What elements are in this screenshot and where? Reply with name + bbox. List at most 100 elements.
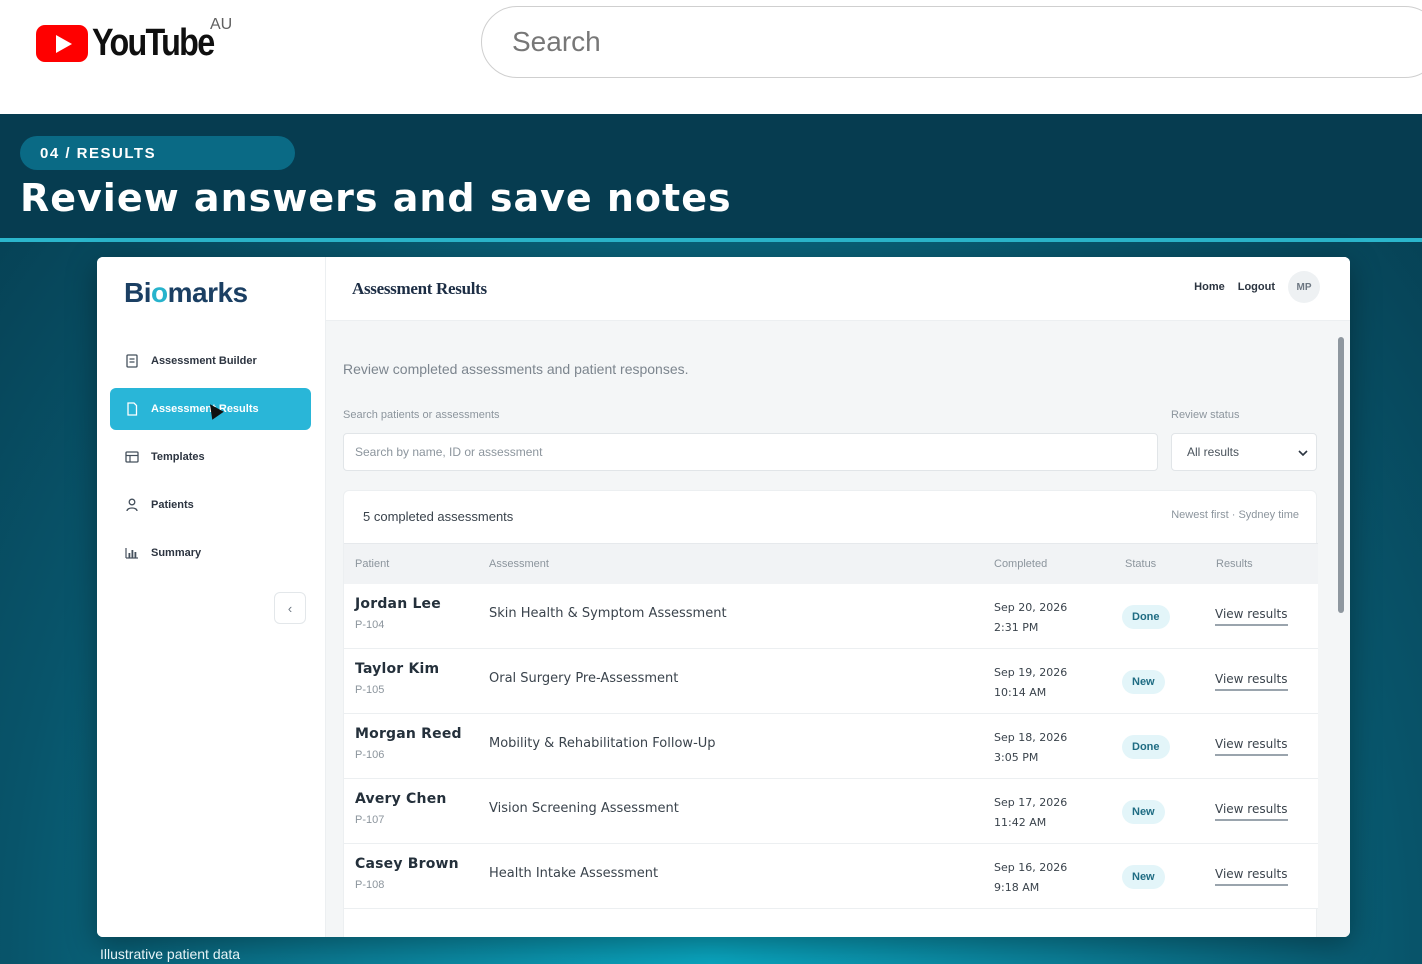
search-label: Search patients or assessments — [343, 409, 500, 421]
sidebar-item-templates[interactable]: Templates — [110, 436, 311, 478]
top-links: Home Logout MP — [1194, 271, 1320, 303]
completed-datetime: Sep 20, 2026 2:31 PM — [994, 598, 1067, 638]
section-chip: 04 / RESULTS — [20, 136, 295, 170]
view-results-link[interactable]: View results — [1215, 607, 1288, 626]
file-icon — [125, 402, 139, 416]
filter-label: Review status — [1171, 409, 1240, 421]
search-input[interactable]: Search by name, ID or assessment — [343, 433, 1158, 471]
patient-name: Taylor Kim — [355, 661, 440, 677]
sidebar-item-label: Patients — [151, 499, 194, 511]
completed-date: Sep 16, 2026 — [994, 861, 1068, 874]
completed-date: Sep 19, 2026 — [994, 666, 1068, 679]
assessment-name: Vision Screening Assessment — [489, 801, 679, 816]
patient-name: Avery Chen — [355, 791, 447, 807]
status-badge: Done — [1122, 605, 1170, 629]
patient-id: P-108 — [355, 879, 385, 891]
sort-info: Newest first · Sydney time — [1171, 509, 1299, 521]
template-icon — [125, 450, 139, 464]
status-badge: Done — [1122, 735, 1170, 759]
document-icon — [125, 354, 139, 368]
assessment-name: Oral Surgery Pre-Assessment — [489, 671, 679, 686]
scrollbar-thumb[interactable] — [1338, 337, 1344, 613]
completed-time: 10:14 AM — [994, 686, 1047, 699]
page-subtitle: Review completed assessments and patient… — [343, 361, 689, 377]
chevron-left-icon: ‹ — [287, 600, 293, 616]
main-content: Assessment Results Home Logout MP Review… — [326, 257, 1350, 937]
slide-caption: Illustrative patient data — [100, 946, 241, 962]
patient-name: Casey Brown — [355, 856, 459, 872]
slide-header: 04 / RESULTS Review answers and save not… — [0, 114, 1422, 242]
slide-title: Review answers and save notes — [20, 176, 732, 220]
patient-id: P-106 — [355, 749, 385, 761]
view-results-link[interactable]: View results — [1215, 672, 1288, 691]
select-value: All results — [1187, 445, 1240, 459]
assessment-name: Skin Health & Symptom Assessment — [489, 606, 727, 621]
patient-name: Jordan Lee — [355, 596, 441, 612]
completed-time: 2:31 PM — [994, 621, 1039, 634]
top-bar: Assessment Results Home Logout MP — [326, 257, 1350, 321]
sidebar-item-label: Summary — [151, 547, 202, 559]
brand-part1: Bi — [124, 277, 152, 308]
brand-logo[interactable]: Biomarks — [124, 277, 248, 309]
status-badge: New — [1122, 670, 1165, 694]
scrollbar[interactable] — [1337, 327, 1345, 927]
sidebar-item-label: Templates — [151, 451, 205, 463]
video-frame[interactable]: 04 / RESULTS Review answers and save not… — [0, 114, 1422, 964]
completed-time: 11:42 AM — [994, 816, 1047, 829]
youtube-header: YouTube AU Search — [0, 0, 1422, 114]
column-header-patient: Patient — [355, 558, 390, 570]
logout-link[interactable]: Logout — [1238, 281, 1275, 293]
sidebar-item-label: Assessment Builder — [151, 355, 257, 367]
assessment-name: Mobility & Rehabilitation Follow-Up — [489, 736, 716, 751]
completed-datetime: Sep 19, 2026 10:14 AM — [994, 663, 1067, 703]
sidebar-item-summary[interactable]: Summary — [110, 532, 311, 574]
chevron-down-icon — [1298, 445, 1308, 459]
patient-id: P-107 — [355, 814, 385, 826]
youtube-logo[interactable]: YouTube — [36, 22, 235, 65]
sidebar-item-patients[interactable]: Patients — [110, 484, 311, 526]
view-results-link[interactable]: View results — [1215, 867, 1288, 886]
collapse-sidebar-button[interactable]: ‹ — [274, 592, 306, 624]
bar-chart-icon — [125, 546, 139, 560]
home-link[interactable]: Home — [1194, 281, 1225, 293]
column-header-completed: Completed — [994, 558, 1048, 570]
results-count: 5 completed assessments — [363, 509, 514, 524]
app-window: Biomarks Assessment Builder Assessment R… — [97, 257, 1350, 937]
patient-name: Morgan Reed — [355, 726, 462, 742]
table-row[interactable]: Morgan Reed P-106 Mobility & Rehabilitat… — [344, 714, 1318, 779]
status-badge: New — [1122, 865, 1165, 889]
youtube-search-input[interactable]: Search — [481, 6, 1422, 78]
table-row[interactable]: Avery Chen P-107 Vision Screening Assess… — [344, 779, 1318, 844]
patient-id: P-105 — [355, 684, 385, 696]
completed-datetime: Sep 16, 2026 9:18 AM — [994, 858, 1067, 898]
view-results-link[interactable]: View results — [1215, 737, 1288, 756]
avatar[interactable]: MP — [1288, 271, 1320, 303]
column-header-status: Status — [1125, 558, 1157, 570]
completed-datetime: Sep 18, 2026 3:05 PM — [994, 728, 1067, 768]
patient-id: P-104 — [355, 619, 385, 631]
youtube-wordmark: YouTube — [92, 22, 215, 64]
completed-date: Sep 17, 2026 — [994, 796, 1068, 809]
column-header-results: Results — [1216, 558, 1253, 570]
table-row[interactable]: Casey Brown P-108 Health Intake Assessme… — [344, 844, 1318, 909]
assessment-name: Health Intake Assessment — [489, 866, 659, 881]
completed-time: 3:05 PM — [994, 751, 1039, 764]
completed-date: Sep 18, 2026 — [994, 731, 1068, 744]
results-table-card: 5 completed assessments Newest first · S… — [343, 490, 1318, 937]
brand-mark-icon: o — [151, 277, 168, 308]
country-code: AU — [210, 16, 233, 33]
review-status-select[interactable]: All results — [1171, 433, 1317, 471]
table-row[interactable]: Jordan Lee P-104 Skin Health & Symptom A… — [344, 584, 1318, 649]
sidebar: Biomarks Assessment Builder Assessment R… — [97, 257, 326, 937]
table-header-bar: 5 completed assessments Newest first · S… — [344, 491, 1318, 543]
column-header-assessment: Assessment — [489, 558, 549, 570]
table-row[interactable]: Taylor Kim P-105 Oral Surgery Pre-Assess… — [344, 649, 1318, 714]
person-icon — [125, 498, 139, 512]
table-head: Patient Assessment Completed Status Resu… — [344, 543, 1318, 584]
completed-datetime: Sep 17, 2026 11:42 AM — [994, 793, 1067, 833]
completed-time: 9:18 AM — [994, 881, 1040, 894]
page-title: Assessment Results — [352, 279, 487, 298]
completed-date: Sep 20, 2026 — [994, 601, 1068, 614]
sidebar-item-assessment-builder[interactable]: Assessment Builder — [110, 340, 311, 382]
view-results-link[interactable]: View results — [1215, 802, 1288, 821]
